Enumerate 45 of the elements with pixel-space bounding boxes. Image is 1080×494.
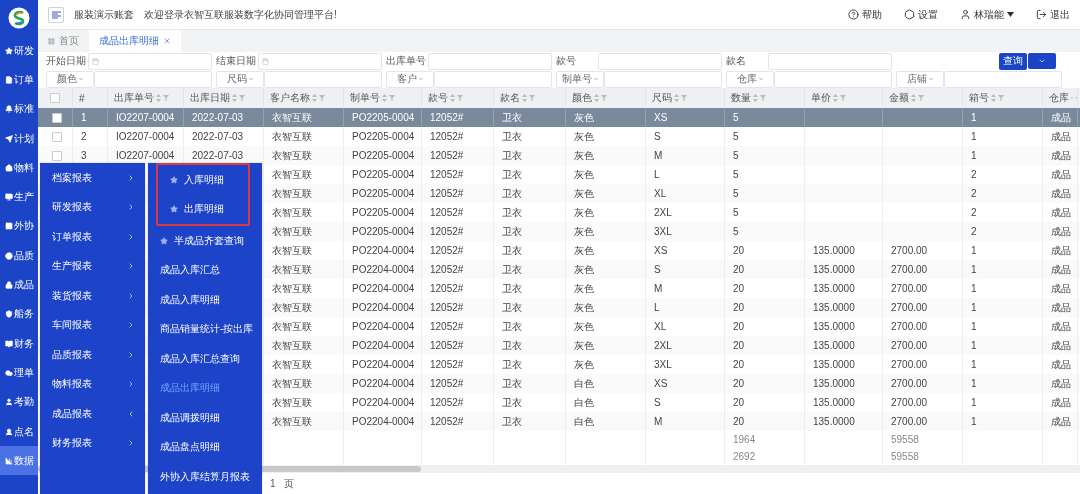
menu-item[interactable]: 成品盘点明细 — [148, 432, 262, 462]
rail-item[interactable]: 数据 — [0, 446, 38, 476]
rail-item[interactable]: 理单 — [0, 358, 38, 388]
action-label[interactable]: 林瑞能 — [974, 7, 1004, 22]
table-row[interactable]: 1 IO2207-0004 2022-07-03 衣智互联 PO2205-0004 12052# 卫衣 灰色 XS 5 1 成品 — [38, 108, 1080, 127]
filter-select[interactable]: 店铺 — [896, 70, 944, 88]
account-name: 服装演示账套 — [74, 7, 134, 22]
filter-select[interactable]: 仓库 — [726, 70, 774, 88]
settings-action[interactable]: 设置 — [904, 7, 938, 22]
logout-action[interactable]: 退出 — [1036, 7, 1070, 22]
filter-select[interactable]: 颜色 — [46, 70, 94, 88]
action-label[interactable]: 帮助 — [862, 7, 882, 22]
menu-item[interactable]: 外协入库结算月报表 — [148, 462, 262, 492]
filter-label: 结束日期 — [216, 54, 257, 68]
rail-item[interactable]: 财务 — [0, 328, 38, 359]
filter-label: 款号 — [556, 54, 577, 68]
filter-select[interactable]: 尺码 — [216, 70, 264, 88]
filter-label: 出库单号 — [386, 54, 427, 68]
search-button[interactable]: 查询 — [999, 52, 1027, 70]
page-unit: 页 — [283, 476, 294, 491]
filter-label: 款名 — [726, 54, 747, 68]
filter-label: 开始日期 — [46, 54, 87, 68]
welcome-text: 欢迎登录衣智互联服装数字化协同管理平台! — [144, 7, 337, 22]
rail-item[interactable]: 生产 — [0, 182, 38, 212]
table-row[interactable]: 3 IO2207-0004 2022-07-03 衣智互联 PO2205-0004 12052# 卫衣 灰色 M 5 1 成品 — [38, 146, 1080, 165]
rail-item[interactable]: 计划 — [0, 123, 38, 154]
page-tab[interactable]: 成品出库明细 — [89, 30, 181, 52]
help-action[interactable]: 帮助 — [848, 7, 882, 22]
rail-item[interactable]: 研发 — [0, 36, 38, 66]
filter-select[interactable]: 客户 — [386, 70, 434, 88]
rail-item[interactable]: 考勤 — [0, 387, 38, 417]
rail-item[interactable]: 订单 — [0, 65, 38, 95]
rail-item[interactable]: 物料 — [0, 153, 38, 183]
rail-item[interactable]: 品质 — [0, 241, 38, 271]
user-action[interactable]: 林瑞能 — [960, 7, 1014, 22]
rail-item[interactable]: 标准 — [0, 94, 38, 124]
action-label[interactable]: 设置 — [918, 7, 938, 22]
rail-item[interactable]: 成品 — [0, 270, 38, 300]
page-number[interactable]: 1 — [270, 478, 276, 489]
rail-item[interactable]: 船务 — [0, 299, 38, 329]
menu-item[interactable]: 财务报表 — [40, 428, 145, 458]
rail-item[interactable]: 点名 — [0, 416, 38, 447]
filter-select[interactable]: 制单号 — [556, 70, 604, 88]
rail-item[interactable]: 外协 — [0, 211, 38, 242]
action-label[interactable]: 退出 — [1050, 7, 1070, 22]
